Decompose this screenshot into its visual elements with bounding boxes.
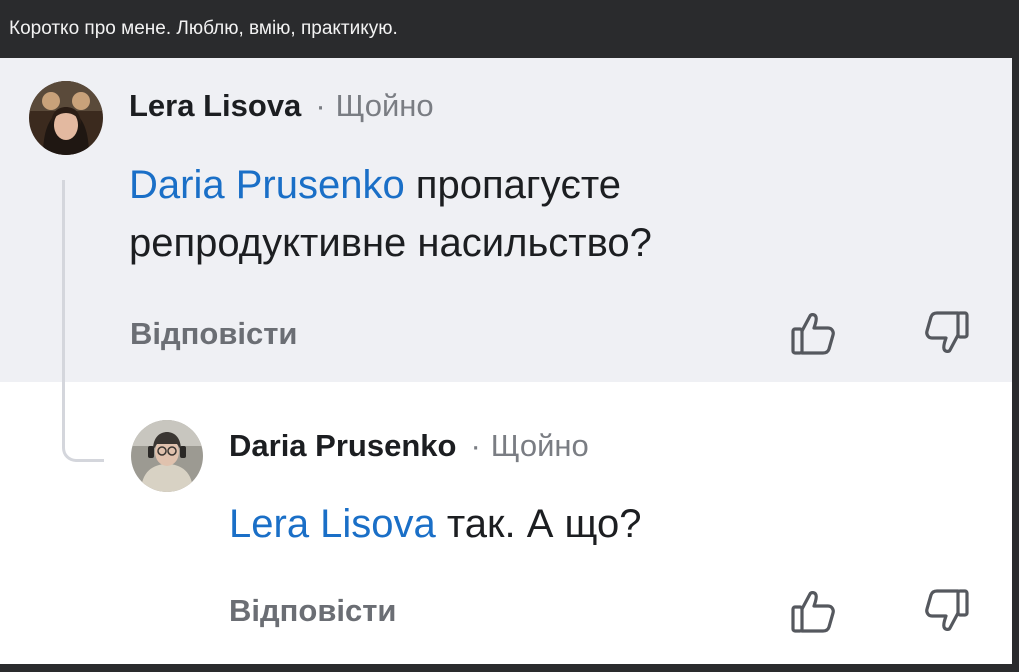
comments-panel: Lera Lisova · Щойно Daria Prusenko пропа… (0, 58, 1012, 664)
window-border-bottom (0, 664, 1019, 672)
window-title-bar: Коротко про мене. Люблю, вмію, практикую… (0, 0, 1019, 58)
reply-button[interactable]: Відповісти (229, 593, 397, 629)
comment-header: Lera Lisova · Щойно (129, 88, 434, 124)
separator-dot: · (470, 428, 481, 463)
avatar[interactable] (29, 81, 103, 155)
author-name[interactable]: Daria Prusenko (229, 428, 456, 464)
reply-button[interactable]: Відповісти (130, 316, 298, 352)
thumbs-down-icon[interactable] (921, 585, 973, 637)
comment-text: Daria Prusenko пропагуєте репродуктивне … (129, 156, 889, 272)
timestamp[interactable]: Щойно (491, 428, 589, 464)
comment-header: Daria Prusenko · Щойно (229, 428, 589, 464)
timestamp[interactable]: Щойно (336, 88, 434, 124)
thumbs-down-icon[interactable] (921, 307, 973, 359)
reply-thread-connector (62, 180, 104, 462)
mention-link[interactable]: Daria Prusenko (129, 163, 405, 207)
separator-dot: · (315, 88, 326, 123)
author-name[interactable]: Lera Lisova (129, 88, 301, 124)
thumbs-up-icon[interactable] (787, 307, 839, 359)
avatar[interactable] (131, 420, 203, 492)
window-border-right (1012, 58, 1019, 672)
mention-link[interactable]: Lera Lisova (229, 502, 436, 546)
thumbs-up-icon[interactable] (787, 585, 839, 637)
comment-text: Lera Lisova так. А що? (229, 495, 989, 553)
window-title: Коротко про мене. Люблю, вмію, практикую… (9, 18, 398, 39)
comment-body: так. А що? (435, 502, 642, 546)
